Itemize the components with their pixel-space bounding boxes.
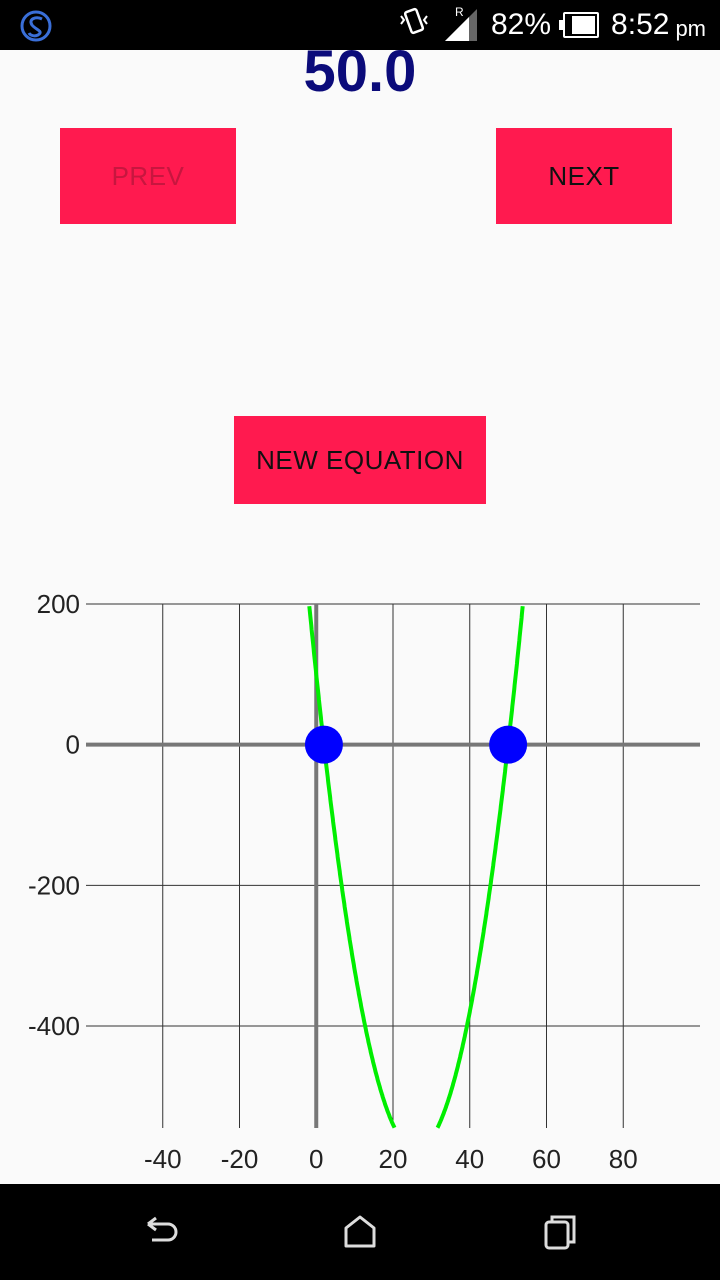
equation-curve	[435, 605, 525, 1129]
recents-icon[interactable]	[540, 1212, 580, 1252]
root-point	[489, 725, 528, 764]
battery-icon	[559, 12, 600, 38]
clock: 8:52	[611, 8, 670, 41]
x-tick-label: 20	[379, 1144, 408, 1174]
roaming-indicator: R	[455, 5, 464, 19]
x-tick-label: -20	[221, 1144, 259, 1174]
next-button[interactable]: NEXT	[496, 128, 672, 224]
y-tick-label: 200	[37, 589, 80, 619]
x-tick-label: 80	[609, 1144, 638, 1174]
x-tick-label: 60	[532, 1144, 561, 1174]
navigation-bar	[0, 1184, 720, 1280]
x-tick-label: 40	[455, 1144, 484, 1174]
x-tick-label: 0	[309, 1144, 323, 1174]
y-tick-label: -200	[28, 870, 80, 900]
clock-ampm: pm	[675, 16, 706, 41]
home-icon[interactable]	[340, 1212, 380, 1252]
battery-percent: 82%	[491, 8, 552, 41]
prev-button[interactable]: PREV	[60, 128, 236, 224]
new-equation-button[interactable]: NEW EQUATION	[234, 416, 486, 504]
x-tick-label: -40	[144, 1144, 182, 1174]
value-display: 50.0	[303, 39, 417, 104]
y-tick-label: -400	[28, 1011, 80, 1041]
equation-curve	[307, 605, 397, 1129]
root-point	[304, 725, 343, 764]
back-icon[interactable]	[140, 1212, 180, 1252]
equation-graph: -40 -20 0 20 40 60 802000-200-400	[28, 589, 700, 1174]
y-tick-label: 0	[66, 730, 80, 760]
